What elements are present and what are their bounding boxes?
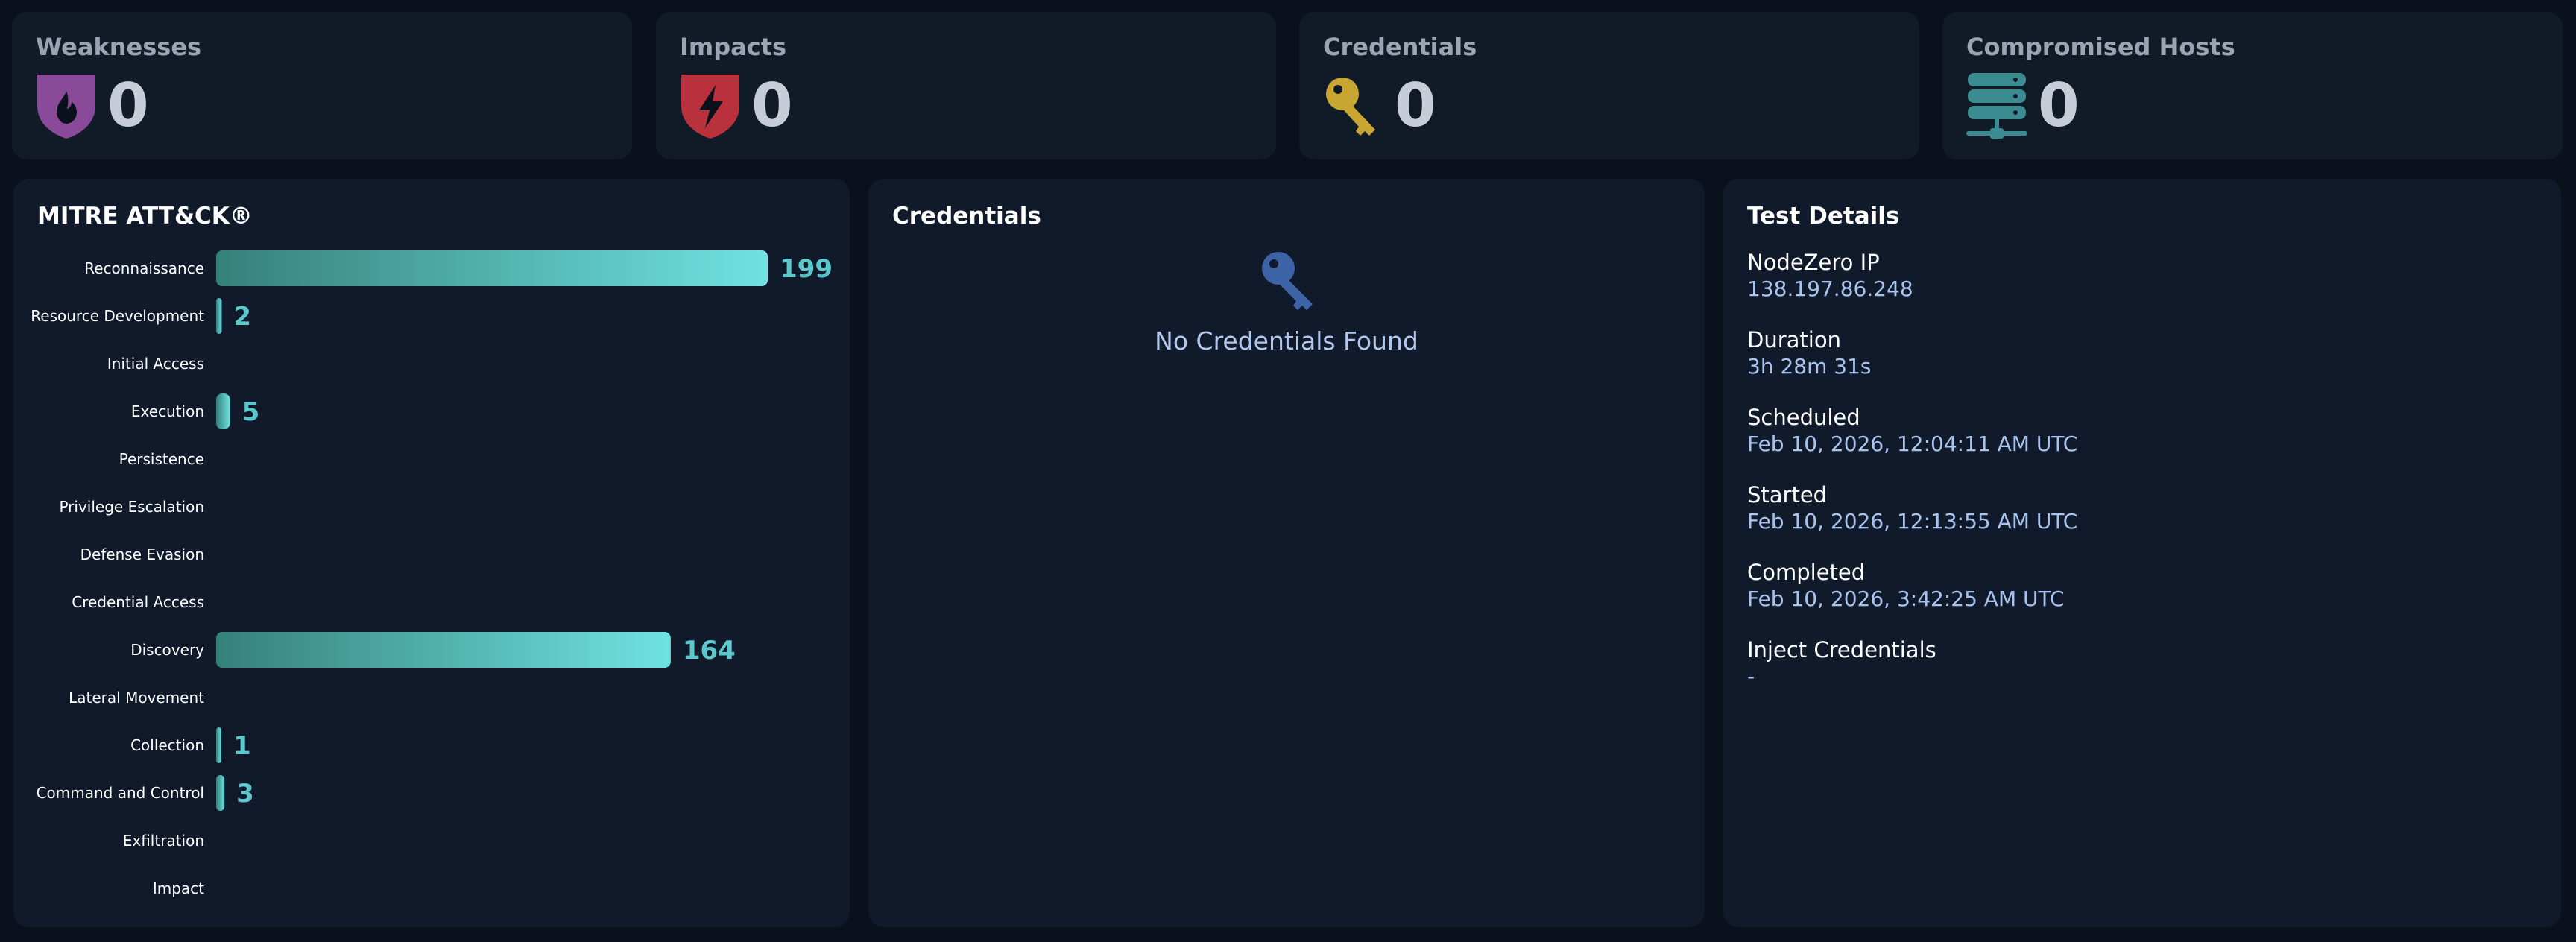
- category-label: Defense Evasion: [80, 546, 204, 563]
- category-label: Discovery: [130, 641, 204, 659]
- detail-inject-credentials: Inject Credentials -: [1747, 636, 1936, 690]
- mitre-attack-chart: Reconnaissance 199 Resource Development 2 In…: [31, 250, 833, 897]
- detail-value: 3h 28m 31s: [1747, 354, 1872, 379]
- server-icon: [1966, 73, 2027, 139]
- bar-value-label: 2: [233, 302, 251, 332]
- detail-value: Feb 10, 2026, 12:13:55 AM UTC: [1747, 509, 2078, 534]
- compromised-hosts-card[interactable]: Compromised Hosts 0: [1942, 12, 2563, 159]
- category-label: Command and Control: [37, 784, 204, 802]
- category-label: Credential Access: [72, 593, 204, 611]
- detail-label: Duration: [1747, 327, 1841, 353]
- category-label: Privilege Escalation: [59, 498, 204, 516]
- detail-label: Inject Credentials: [1747, 637, 1936, 663]
- detail-completed: Completed Feb 10, 2026, 3:42:25 AM UTC: [1747, 559, 2065, 613]
- key-icon: [1326, 78, 1375, 136]
- detail-value: 138.197.86.248: [1747, 276, 1913, 301]
- shield-bolt-icon: [681, 75, 739, 139]
- category-label: Exfiltration: [123, 832, 204, 850]
- credentials-panel-title: Credentials: [892, 203, 1041, 230]
- bar[interactable]: [216, 775, 225, 811]
- detail-label: Scheduled: [1747, 405, 1860, 430]
- category-label: Lateral Movement: [69, 689, 204, 706]
- category-label: Resource Development: [31, 307, 204, 325]
- category-label: Reconnaissance: [84, 259, 204, 277]
- credentials-panel: Credentials No Credentials Found: [868, 179, 1705, 927]
- bar-value-label: 1: [233, 731, 251, 761]
- bar[interactable]: [216, 632, 671, 668]
- impacts-value: 0: [751, 71, 793, 140]
- category-label: Execution: [131, 402, 204, 420]
- compromised-hosts-title: Compromised Hosts: [1966, 33, 2235, 61]
- credentials-card[interactable]: Credentials 0: [1299, 12, 1919, 159]
- detail-nodezero-ip: NodeZero IP 138.197.86.248: [1747, 249, 1913, 303]
- detail-started: Started Feb 10, 2026, 12:13:55 AM UTC: [1747, 481, 2077, 535]
- bar[interactable]: [216, 393, 230, 429]
- bar[interactable]: [216, 727, 221, 763]
- weaknesses-value: 0: [107, 71, 149, 140]
- category-label: Collection: [130, 736, 204, 754]
- bar[interactable]: [216, 250, 768, 286]
- category-label: Initial Access: [107, 355, 204, 373]
- bar-value-label: 5: [242, 397, 260, 427]
- category-label: Persistence: [119, 450, 204, 468]
- detail-value: Feb 10, 2026, 12:04:11 AM UTC: [1747, 432, 2078, 456]
- detail-label: NodeZero IP: [1747, 250, 1880, 275]
- detail-scheduled: Scheduled Feb 10, 2026, 12:04:11 AM UTC: [1747, 404, 2077, 458]
- weaknesses-card[interactable]: Weaknesses 0: [12, 12, 632, 159]
- bar-value-label: 199: [780, 254, 833, 284]
- bar[interactable]: [216, 298, 222, 334]
- detail-value: Feb 10, 2026, 3:42:25 AM UTC: [1747, 587, 2065, 611]
- key-icon: [1262, 252, 1313, 310]
- credentials-title: Credentials: [1323, 33, 1477, 61]
- test-details-panel: Test Details NodeZero IP 138.197.86.248 …: [1723, 179, 2561, 927]
- no-credentials-message: No Credentials Found: [1155, 326, 1418, 355]
- bar-value-label: 164: [683, 636, 736, 666]
- compromised-hosts-value: 0: [2038, 71, 2080, 140]
- shield-flame-icon: [37, 75, 95, 139]
- detail-value: -: [1747, 664, 1755, 689]
- bar-value-label: 3: [236, 779, 254, 809]
- weaknesses-title: Weaknesses: [36, 33, 202, 61]
- detail-duration: Duration 3h 28m 31s: [1747, 326, 1871, 380]
- detail-label: Started: [1747, 482, 1828, 508]
- detail-label: Completed: [1747, 560, 1866, 585]
- test-details-title: Test Details: [1747, 203, 1900, 230]
- impacts-card[interactable]: Impacts 0: [656, 12, 1276, 159]
- credentials-value: 0: [1395, 71, 1436, 140]
- category-label: Impact: [153, 879, 204, 897]
- impacts-title: Impacts: [680, 33, 787, 61]
- mitre-attack-panel: MITRE ATT&CK® Reconnaissance 199 Resource …: [13, 179, 850, 927]
